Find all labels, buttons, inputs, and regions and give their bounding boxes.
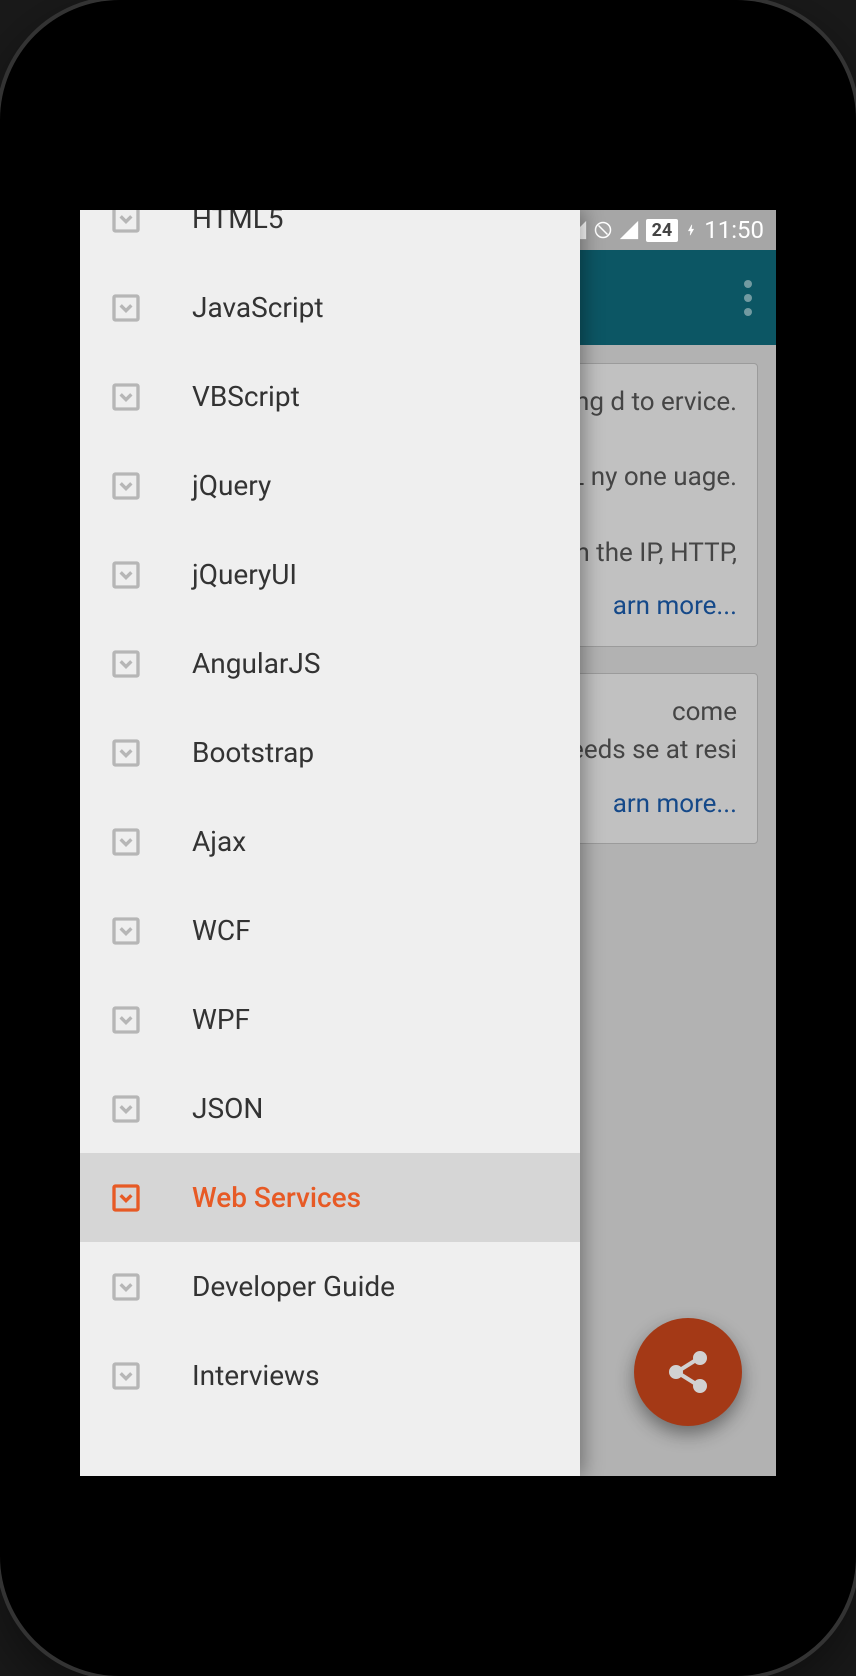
archive-download-icon <box>110 1093 142 1125</box>
navigation-drawer[interactable]: HTML5 JavaScript VBScript jQuery jQueryU… <box>80 210 580 1476</box>
drawer-item-jquery[interactable]: jQuery <box>80 441 580 530</box>
drawer-item-interviews[interactable]: Interviews <box>80 1331 580 1420</box>
drawer-item-label: WCF <box>192 914 580 947</box>
drawer-item-wcf[interactable]: WCF <box>80 886 580 975</box>
battery-percent: 24 <box>646 219 679 242</box>
signal-icon-2 <box>618 219 640 241</box>
archive-download-icon <box>110 292 142 324</box>
archive-download-icon <box>110 559 142 591</box>
clock-time: 11:50 <box>704 216 764 244</box>
drawer-item-web-services[interactable]: Web Services <box>80 1153 580 1242</box>
archive-download-icon <box>110 1271 142 1303</box>
drawer-item-label: Ajax <box>192 825 580 858</box>
archive-download-icon <box>110 648 142 680</box>
drawer-item-vbscript[interactable]: VBScript <box>80 352 580 441</box>
drawer-item-ajax[interactable]: Ajax <box>80 797 580 886</box>
archive-download-icon <box>110 1360 142 1392</box>
drawer-item-jqueryui[interactable]: jQueryUI <box>80 530 580 619</box>
drawer-item-label: Developer Guide <box>192 1270 580 1303</box>
phone-inner: nto a Web-the ssaging d to ervice. king … <box>30 30 826 1646</box>
drawer-item-wpf[interactable]: WPF <box>80 975 580 1064</box>
archive-download-icon <box>110 1004 142 1036</box>
archive-download-icon <box>110 737 142 769</box>
drawer-item-angularjs[interactable]: AngularJS <box>80 619 580 708</box>
drawer-item-label: Web Services <box>192 1181 580 1214</box>
drawer-item-label: VBScript <box>192 380 580 413</box>
drawer-item-label: Interviews <box>192 1359 580 1392</box>
charging-icon <box>684 219 698 241</box>
archive-download-icon <box>110 915 142 947</box>
drawer-item-label: AngularJS <box>192 647 580 680</box>
drawer-item-label: jQuery <box>192 469 580 502</box>
drawer-item-label: WPF <box>192 1003 580 1036</box>
phone-frame: nto a Web-the ssaging d to ervice. king … <box>0 0 856 1676</box>
drawer-item-javascript[interactable]: JavaScript <box>80 263 580 352</box>
archive-download-icon <box>110 826 142 858</box>
drawer-list[interactable]: HTML5 JavaScript VBScript jQuery jQueryU… <box>80 210 580 1476</box>
screen: nto a Web-the ssaging d to ervice. king … <box>80 210 776 1476</box>
drawer-item-label: JSON <box>192 1092 580 1125</box>
archive-download-icon <box>110 381 142 413</box>
no-sim-icon <box>594 221 612 239</box>
archive-download-icon <box>110 1182 142 1214</box>
archive-download-icon <box>110 210 142 235</box>
drawer-item-label: JavaScript <box>192 291 580 324</box>
drawer-item-label: HTML5 <box>192 210 580 235</box>
drawer-item-html5[interactable]: HTML5 <box>80 210 580 263</box>
drawer-item-bootstrap[interactable]: Bootstrap <box>80 708 580 797</box>
drawer-item-label: jQueryUI <box>192 558 580 591</box>
drawer-item-json[interactable]: JSON <box>80 1064 580 1153</box>
drawer-item-label: Bootstrap <box>192 736 580 769</box>
archive-download-icon <box>110 470 142 502</box>
drawer-item-developer-guide[interactable]: Developer Guide <box>80 1242 580 1331</box>
